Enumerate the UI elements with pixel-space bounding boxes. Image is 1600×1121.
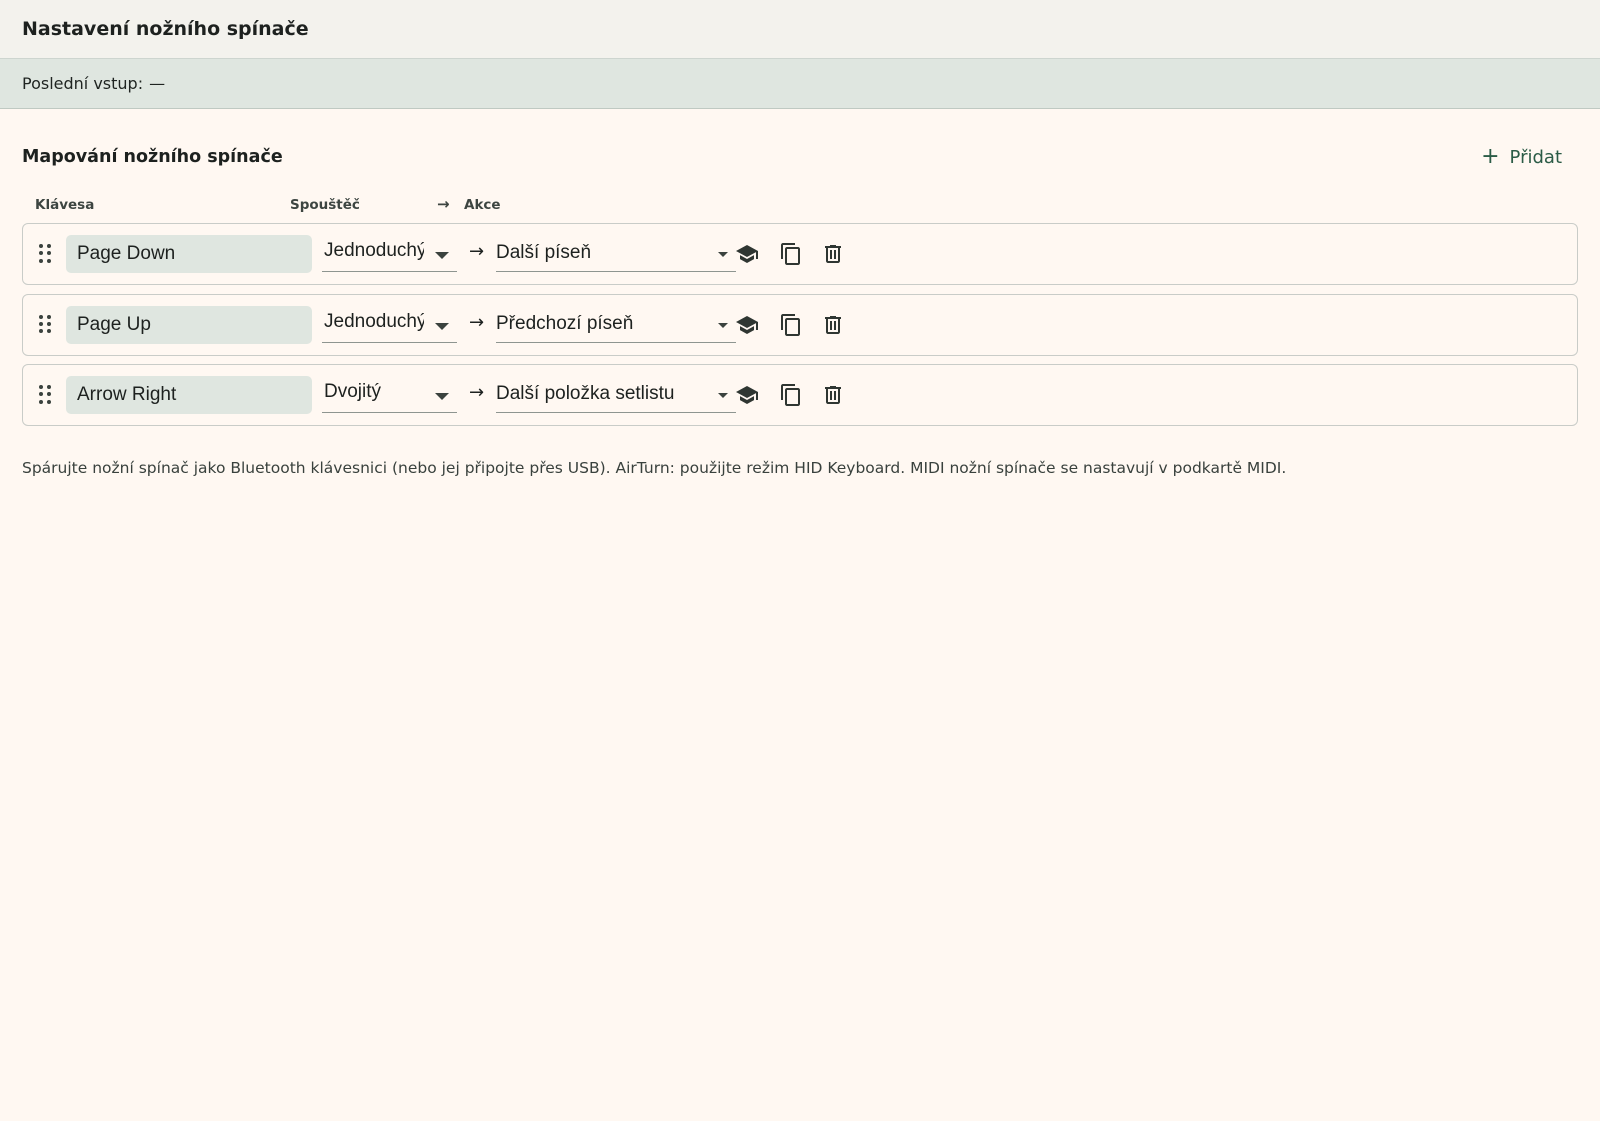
mapping-row: Page Up Jednoduchý → Předchozí píseň [22, 293, 1578, 356]
column-header-key: Klávesa [35, 197, 95, 213]
copy-icon[interactable] [779, 242, 803, 266]
add-mapping-button[interactable]: + Přidat [1481, 146, 1578, 168]
chevron-down-icon [435, 393, 449, 400]
chevron-down-icon [718, 393, 728, 398]
action-select-value: Další píseň [496, 242, 592, 263]
chevron-down-icon [718, 252, 728, 257]
last-input-bar: Poslední vstup: — [0, 59, 1600, 109]
mapping-row: Page Down Jednoduchý → Další píseň [22, 223, 1578, 285]
action-select-value: Další položka setlistu [496, 383, 675, 404]
mapping-row: Arrow Right Dvojitý → Další položka setl… [22, 364, 1578, 426]
column-header-trigger: Spouštěč [290, 197, 360, 213]
arrow-right-icon: → [469, 311, 485, 333]
trigger-select-value: Dvojitý [324, 381, 382, 402]
arrow-right-icon: → [469, 382, 485, 403]
delete-icon[interactable] [821, 383, 845, 407]
key-field[interactable]: Arrow Right [66, 376, 312, 414]
drag-handle-icon[interactable] [39, 314, 53, 335]
trigger-select[interactable]: Jednoduchý [322, 307, 457, 343]
column-header-action: Akce [464, 197, 501, 213]
last-input-label: Poslední vstup: [22, 74, 144, 93]
learn-icon[interactable] [735, 313, 759, 337]
column-header-arrow-icon: → [437, 195, 450, 213]
delete-icon[interactable] [821, 242, 845, 266]
arrow-right-icon: → [469, 241, 485, 262]
key-field[interactable]: Page Up [66, 305, 312, 344]
action-select[interactable]: Předchozí píseň [496, 307, 736, 343]
column-headers: Klávesa Spouštěč → Akce [35, 195, 735, 217]
learn-icon[interactable] [735, 383, 759, 407]
copy-icon[interactable] [779, 383, 803, 407]
app-header: Nastavení nožního spínače [0, 0, 1600, 59]
learn-icon[interactable] [735, 242, 759, 266]
chevron-down-icon [435, 252, 449, 259]
mapping-list: Page Down Jednoduchý → Další píseň Page … [22, 223, 1578, 435]
chevron-down-icon [435, 322, 449, 330]
action-select-value: Předchozí píseň [496, 312, 634, 334]
add-mapping-label: Přidat [1509, 146, 1562, 168]
plus-icon: + [1481, 144, 1500, 169]
trigger-select[interactable]: Jednoduchý [322, 236, 457, 272]
action-select[interactable]: Další položka setlistu [496, 377, 736, 413]
page-title: Nastavení nožního spínače [22, 18, 309, 40]
action-select[interactable]: Další píseň [496, 236, 736, 272]
mapping-section-header: Mapování nožního spínače + Přidat [22, 143, 1578, 171]
copy-icon[interactable] [779, 313, 803, 337]
drag-handle-icon[interactable] [39, 244, 53, 264]
chevron-down-icon [718, 322, 728, 328]
delete-icon[interactable] [821, 313, 845, 337]
last-input-value: — [149, 74, 166, 93]
mapping-section-title: Mapování nožního spínače [22, 147, 283, 167]
trigger-select-value: Jednoduchý [324, 240, 424, 261]
drag-handle-icon[interactable] [39, 385, 53, 405]
pairing-hint: Spárujte nožní spínač jako Bluetooth klá… [22, 459, 1287, 477]
trigger-select[interactable]: Dvojitý [322, 377, 457, 413]
trigger-select-value: Jednoduchý [324, 310, 424, 332]
key-field[interactable]: Page Down [66, 235, 312, 273]
